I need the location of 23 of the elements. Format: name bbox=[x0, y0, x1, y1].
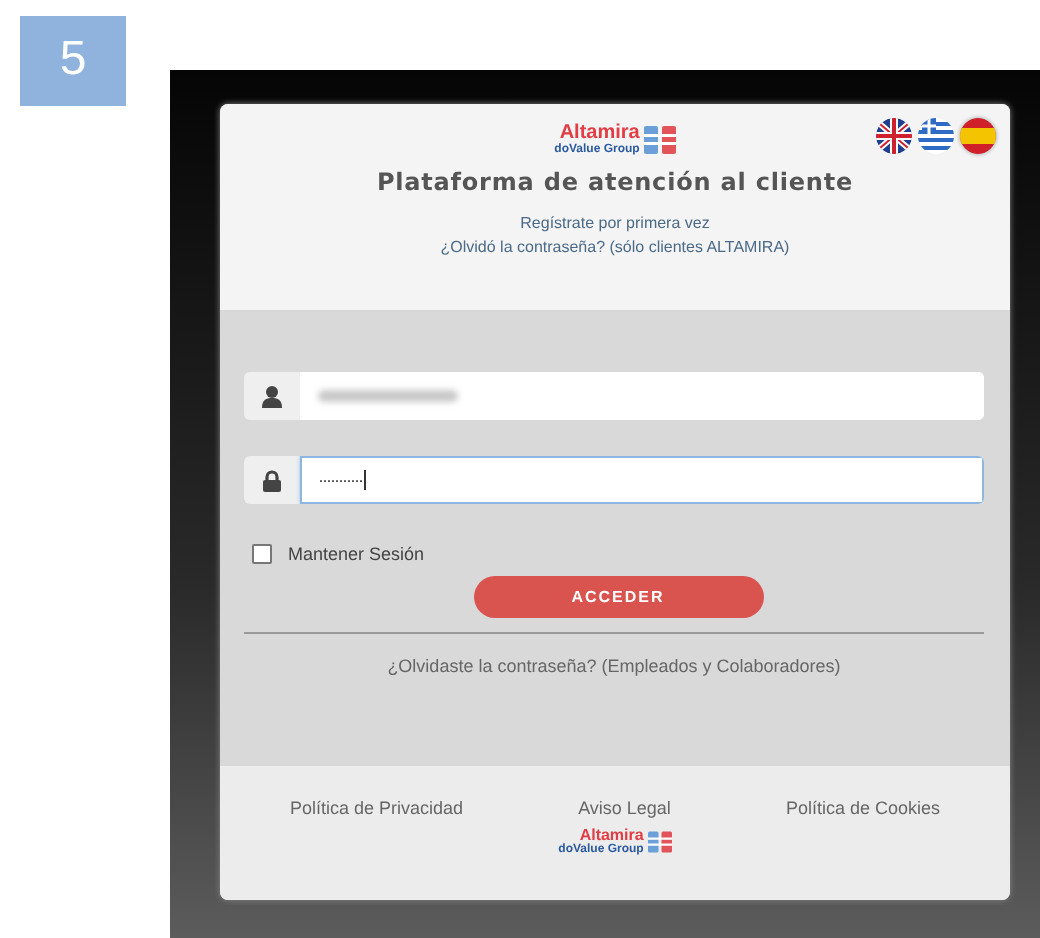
footer-link[interactable]: Política de Privacidad bbox=[290, 798, 464, 818]
checkbox-label: Mantener Sesión bbox=[288, 544, 425, 564]
checkbox[interactable] bbox=[252, 544, 272, 564]
flag-icon[interactable] bbox=[960, 118, 996, 154]
flag-icon[interactable] bbox=[918, 118, 954, 154]
logo-name: Altamira bbox=[579, 828, 644, 844]
footer-link[interactable]: Política de Cookies bbox=[785, 798, 940, 818]
link[interactable]: ¿Olvidaste la contraseña? (Empleados y Colaboradores) bbox=[387, 656, 841, 676]
password-dots: ··········· bbox=[318, 470, 362, 490]
lock-icon bbox=[262, 469, 282, 491]
user-icon bbox=[262, 385, 282, 407]
logo-icon bbox=[643, 124, 676, 156]
logo-name: Altamira bbox=[559, 124, 640, 144]
username-field[interactable] bbox=[244, 372, 984, 420]
text-cursor bbox=[363, 470, 366, 490]
flag-icon[interactable] bbox=[876, 118, 912, 154]
link[interactable]: Regístrate por primera vez bbox=[520, 212, 710, 236]
login-button[interactable]: ACCEDER bbox=[473, 576, 763, 618]
page-title: Plataforma de atención al cliente bbox=[376, 168, 854, 196]
step-number: 5 bbox=[20, 16, 126, 106]
footer-link[interactable]: Aviso Legal bbox=[578, 798, 671, 818]
logo-icon bbox=[647, 830, 672, 854]
link[interactable]: ¿Olvidó la contraseña? (sólo clientes ALTAMIRA) bbox=[440, 236, 790, 260]
